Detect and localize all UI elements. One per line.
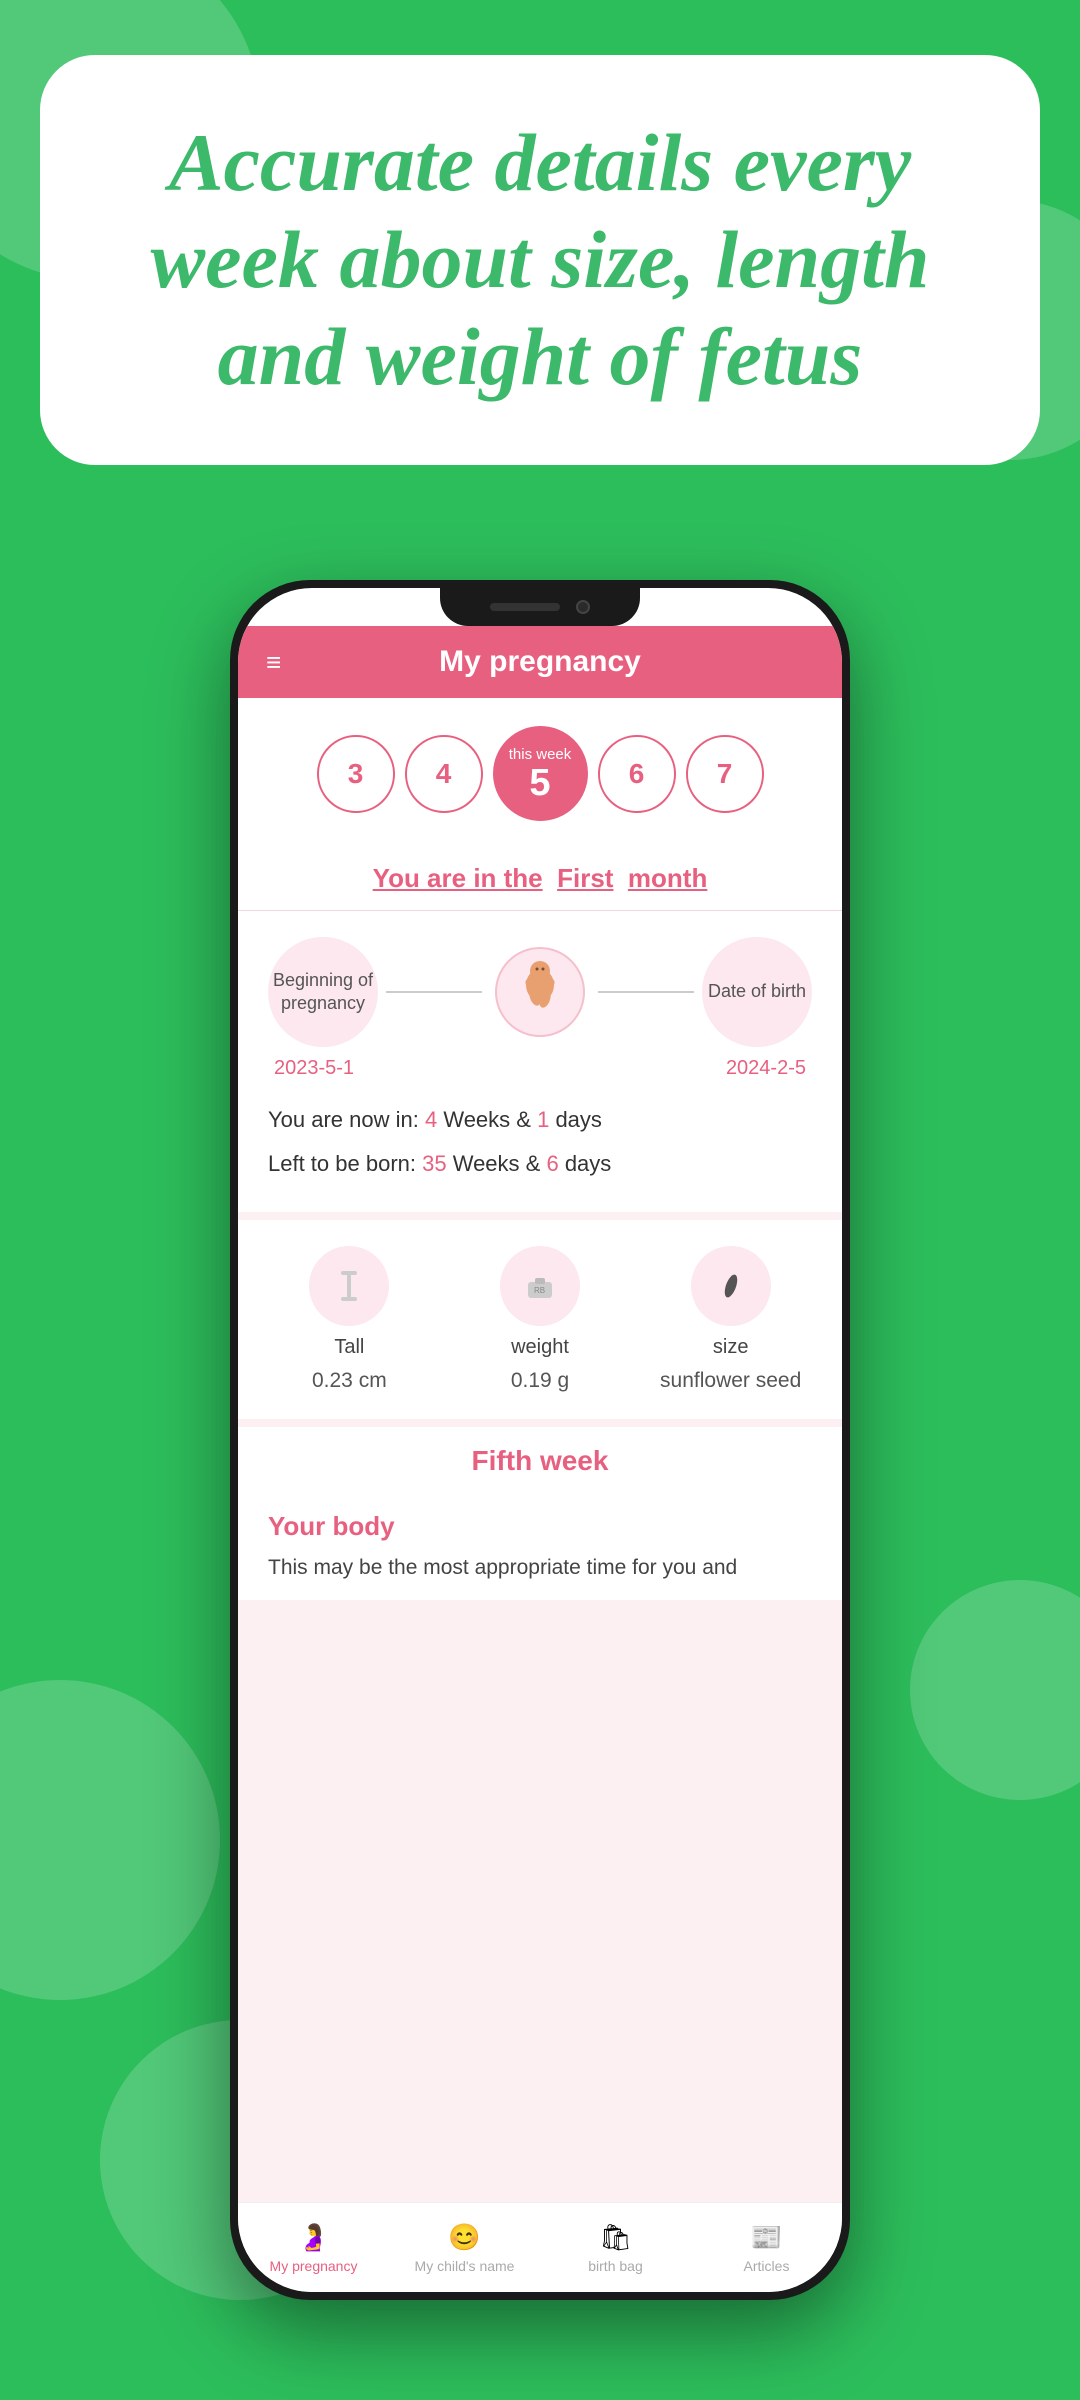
size-icon [691, 1246, 771, 1326]
svg-text:RB: RB [534, 1286, 545, 1295]
week-btn-6[interactable]: 6 [598, 735, 676, 813]
month-line: You are in the First month [238, 841, 842, 911]
nav-pregnancy-label: My pregnancy [270, 2258, 358, 2274]
size-label: size [713, 1336, 749, 1359]
notch-camera [576, 600, 590, 614]
timeline-line-right [598, 991, 694, 993]
nav-child-name[interactable]: 😊 My child's name [389, 2203, 540, 2292]
header-card: Accurate details every week about size, … [40, 55, 1040, 465]
nav-birthbag-icon: 🛍 [599, 2222, 632, 2253]
timeline-row: Beginning of pregnancy [268, 937, 812, 1047]
stat-weight: RB weight 0.19 g [445, 1246, 636, 1393]
size-value: sunflower seed [660, 1369, 801, 1393]
nav-pregnancy-icon: 🤰 [297, 2222, 329, 2253]
weight-value: 0.19 g [511, 1369, 569, 1393]
beginning-label: Beginning of pregnancy [268, 969, 378, 1016]
weight-icon: RB [500, 1246, 580, 1326]
nav-childname-icon: 😊 [448, 2222, 480, 2253]
week-active-number: 5 [529, 764, 550, 802]
bottom-nav: 🤰 My pregnancy 😊 My child's name 🛍 birth… [238, 2202, 842, 2292]
start-date: 2023-5-1 [274, 1057, 354, 1080]
nav-birthbag-label: birth bag [588, 2258, 642, 2274]
phone-inner: ≡ My pregnancy 3 4 this week 5 6 7 You a… [238, 588, 842, 2292]
body-section-text: This may be the most appropriate time fo… [268, 1552, 812, 1584]
beginning-circle: Beginning of pregnancy [268, 937, 378, 1047]
week-btn-3[interactable]: 3 [317, 735, 395, 813]
left-info: Left to be born: 35 Weeks & 6 days [268, 1142, 812, 1186]
nav-articles[interactable]: 📰 Articles [691, 2203, 842, 2292]
fifth-week-title: Fifth week [238, 1427, 842, 1495]
header-title: Accurate details every week about size, … [110, 115, 970, 405]
week-btn-4[interactable]: 4 [405, 735, 483, 813]
birth-label: Date of birth [708, 980, 806, 1003]
week-active-label: this week [509, 746, 572, 764]
tall-icon [309, 1246, 389, 1326]
now-days: 1 [537, 1107, 549, 1132]
tall-value: 0.23 cm [312, 1369, 387, 1393]
phone-frame: ≡ My pregnancy 3 4 this week 5 6 7 You a… [230, 580, 850, 2300]
phone-notch [440, 588, 640, 626]
now-info: You are now in: 4 Weeks & 1 days [268, 1098, 812, 1142]
weight-label: weight [511, 1336, 569, 1359]
nav-childname-label: My child's name [415, 2258, 515, 2274]
left-days: 6 [546, 1151, 558, 1176]
stat-tall: Tall 0.23 cm [254, 1246, 445, 1393]
body-section: Your body This may be the most appropria… [238, 1495, 842, 1600]
timeline-dates: 2023-5-1 2024-2-5 [268, 1057, 812, 1080]
timeline-section: Beginning of pregnancy [238, 911, 842, 1212]
menu-icon[interactable]: ≡ [266, 647, 281, 678]
left-weeks: 35 [422, 1151, 446, 1176]
now-weeks: 4 [425, 1107, 437, 1132]
nav-articles-label: Articles [744, 2258, 790, 2274]
weeks-info: You are now in: 4 Weeks & 1 days Left to… [268, 1098, 812, 1186]
app-content: 3 4 this week 5 6 7 You are in the First… [238, 698, 842, 2202]
stats-row: Tall 0.23 cm RB weight 0.19 g [238, 1220, 842, 1419]
birth-circle: Date of birth [702, 937, 812, 1047]
week-btn-7[interactable]: 7 [686, 735, 764, 813]
tall-label: Tall [334, 1336, 364, 1359]
notch-speaker [490, 603, 560, 611]
month-name: First [557, 863, 613, 893]
app-header: ≡ My pregnancy [238, 626, 842, 698]
week-selector: 3 4 this week 5 6 7 [238, 698, 842, 841]
body-section-title: Your body [268, 1511, 812, 1542]
month-suffix: month [628, 863, 707, 893]
end-date: 2024-2-5 [726, 1057, 806, 1080]
month-prefix: You are in the [373, 863, 543, 893]
nav-articles-icon: 📰 [750, 2222, 782, 2253]
week-btn-5-active[interactable]: this week 5 [493, 726, 588, 821]
app-title: My pregnancy [439, 645, 641, 679]
nav-birth-bag[interactable]: 🛍 birth bag [540, 2203, 691, 2292]
fetus-icon [490, 942, 590, 1042]
stat-size: size sunflower seed [635, 1246, 826, 1393]
nav-my-pregnancy[interactable]: 🤰 My pregnancy [238, 2203, 389, 2292]
timeline-line-left [386, 991, 482, 993]
